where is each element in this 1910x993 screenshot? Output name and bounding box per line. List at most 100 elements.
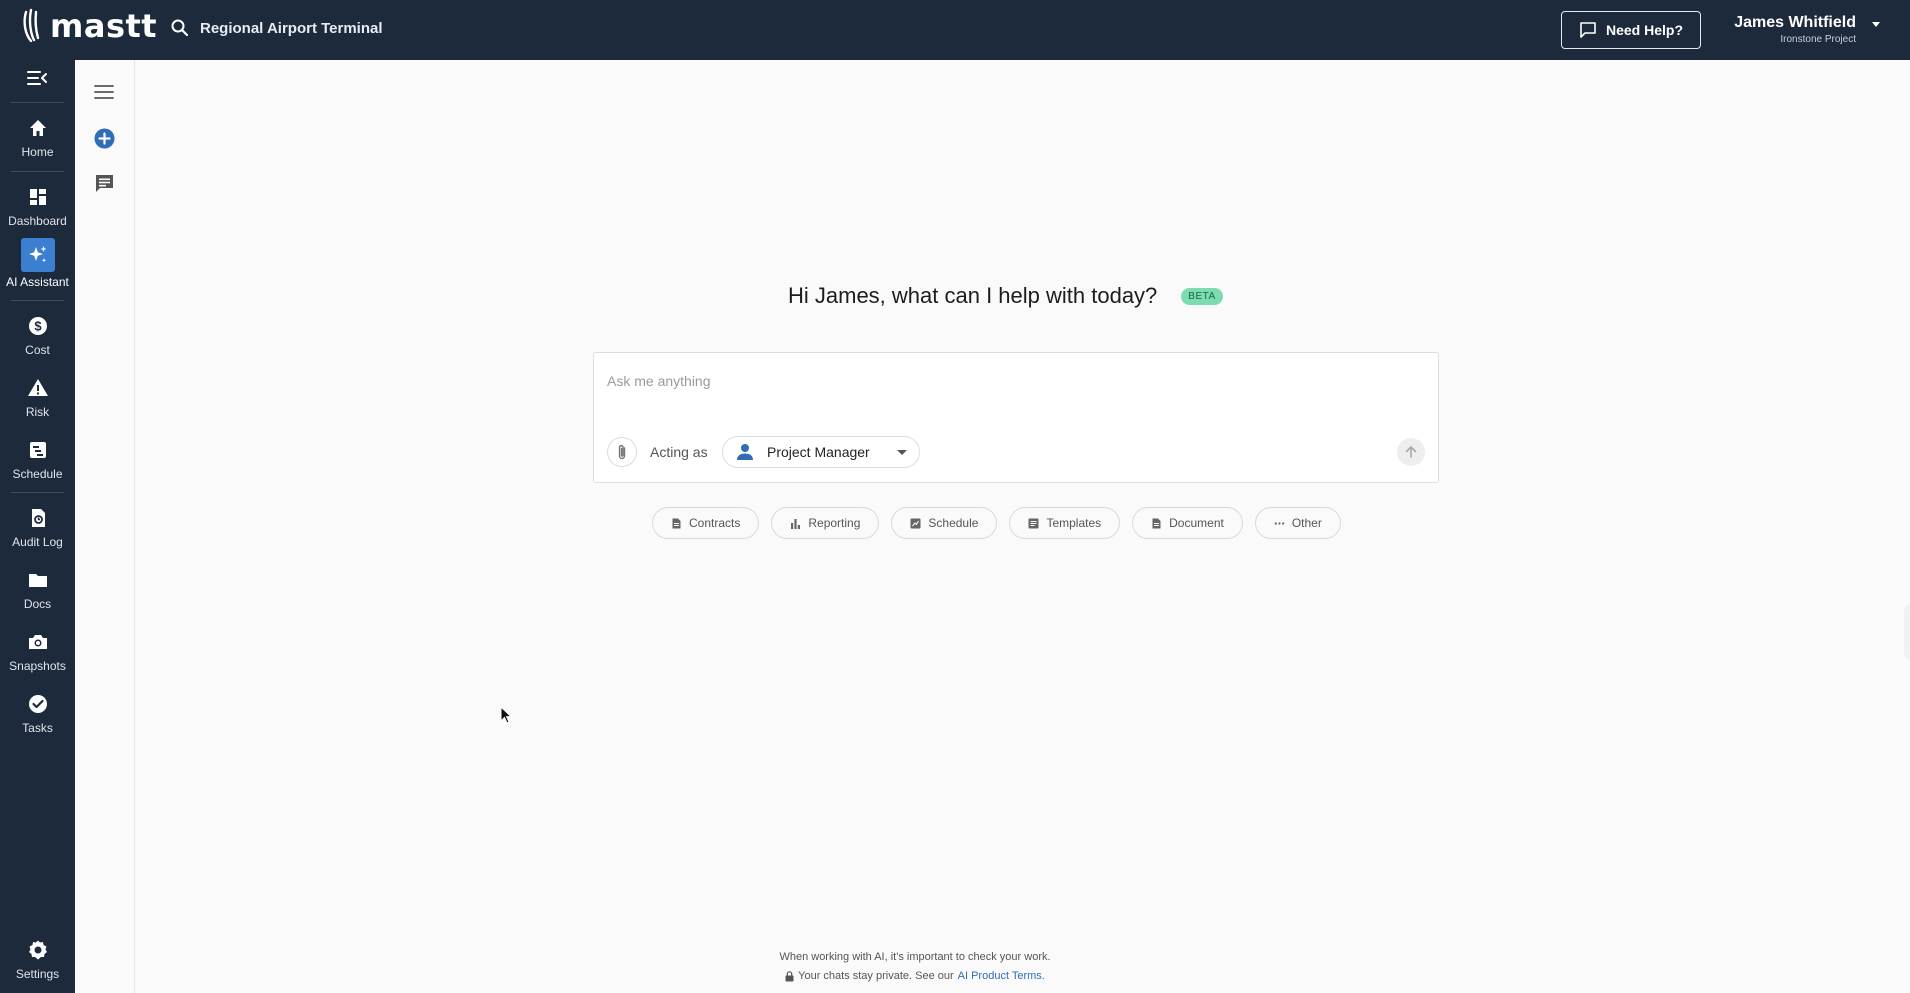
sidebar-item-label: Snapshots bbox=[9, 659, 66, 673]
ai-disclaimer: When working with AI, it's important to … bbox=[136, 948, 1694, 986]
new-chat-button[interactable] bbox=[92, 126, 116, 150]
need-help-button[interactable]: Need Help? bbox=[1561, 11, 1701, 49]
disclaimer-line-1: When working with AI, it's important to … bbox=[779, 951, 1051, 963]
nav-divider bbox=[11, 171, 64, 172]
sidebar-item-risk[interactable]: Risk bbox=[0, 376, 75, 419]
sidebar-item-label: Docs bbox=[23, 597, 52, 611]
chip-label: Contracts bbox=[689, 516, 741, 530]
chip-document[interactable]: Document bbox=[1132, 507, 1243, 539]
toggle-panel-button[interactable] bbox=[92, 80, 116, 104]
prompt-chips: Contracts Reporting Schedule Templates D… bbox=[652, 507, 1341, 539]
chevron-down-icon bbox=[897, 450, 907, 455]
sidebar-item-label: Cost bbox=[25, 343, 50, 357]
ai-product-terms-link[interactable]: AI Product Terms. bbox=[958, 967, 1045, 986]
user-name: James Whitfield bbox=[1734, 14, 1856, 31]
plus-circle-icon bbox=[94, 128, 114, 148]
arrow-up-icon bbox=[1405, 446, 1417, 458]
sidebar-item-audit-log[interactable]: Audit Log bbox=[0, 506, 75, 549]
chat-composer: Acting as Project Manager bbox=[593, 352, 1439, 483]
sidebar-item-ai-assistant[interactable]: AI Assistant bbox=[0, 238, 75, 289]
sidebar-item-home[interactable]: Home bbox=[0, 116, 75, 159]
search-icon bbox=[171, 19, 189, 37]
chat-history-icon bbox=[95, 174, 113, 192]
chip-other[interactable]: Other bbox=[1254, 507, 1341, 539]
chip-contracts[interactable]: Contracts bbox=[652, 507, 760, 539]
need-help-label: Need Help? bbox=[1605, 22, 1683, 38]
sidebar-item-dashboard[interactable]: Dashboard bbox=[0, 185, 75, 228]
dashboard-icon bbox=[26, 185, 50, 209]
mastt-logo[interactable]: mastt bbox=[22, 8, 157, 44]
mouse-cursor-icon bbox=[500, 706, 512, 724]
nav-divider bbox=[11, 102, 64, 103]
chevron-down-icon bbox=[1872, 22, 1880, 27]
project-name: Regional Airport Terminal bbox=[200, 19, 383, 37]
nav-divider bbox=[11, 300, 64, 301]
home-icon bbox=[26, 116, 50, 140]
paperclip-icon bbox=[618, 444, 626, 460]
scroll-handle[interactable] bbox=[1904, 605, 1910, 659]
sidebar-item-label: Dashboard bbox=[8, 214, 67, 228]
contract-icon bbox=[672, 518, 681, 528]
logo-mark-icon bbox=[23, 8, 40, 43]
privacy-text: Your chats stay private. See our bbox=[798, 970, 954, 982]
folder-icon bbox=[26, 568, 50, 592]
chip-templates[interactable]: Templates bbox=[1009, 507, 1121, 539]
camera-icon bbox=[26, 630, 50, 654]
disclaimer-line-2: Your chats stay private. See our AI Prod… bbox=[136, 967, 1694, 986]
audit-icon bbox=[26, 506, 50, 530]
chat-side-panel bbox=[75, 60, 135, 993]
sidebar-item-tasks[interactable]: Tasks bbox=[0, 692, 75, 735]
sidebar-item-label: Risk bbox=[25, 405, 50, 419]
gear-icon bbox=[26, 938, 50, 962]
greeting-row: Hi James, what can I help with today? BE… bbox=[788, 283, 1223, 309]
chip-label: Other bbox=[1291, 516, 1322, 530]
chat-history-button[interactable] bbox=[92, 171, 116, 195]
warning-icon bbox=[26, 376, 50, 400]
sidebar-item-label: Schedule bbox=[12, 467, 63, 481]
svg-text:$: $ bbox=[34, 319, 42, 334]
chat-input[interactable] bbox=[607, 371, 1407, 391]
more-icon bbox=[1274, 521, 1285, 525]
role-select[interactable]: Project Manager bbox=[722, 436, 920, 468]
role-value: Project Manager bbox=[767, 444, 870, 460]
send-button[interactable] bbox=[1397, 438, 1425, 466]
logo-text: mastt bbox=[50, 7, 158, 45]
chip-label: Schedule bbox=[928, 516, 979, 530]
nav-divider bbox=[11, 492, 64, 493]
sidebar-item-docs[interactable]: Docs bbox=[0, 568, 75, 611]
sidebar-item-snapshots[interactable]: Snapshots bbox=[0, 630, 75, 673]
sidebar: Home Dashboard AI Assistant $ Cost Risk … bbox=[0, 60, 75, 993]
bar-chart-icon bbox=[791, 518, 801, 529]
person-icon bbox=[737, 444, 753, 460]
sparkle-icon bbox=[20, 238, 55, 272]
user-project: Ironstone Project bbox=[1780, 34, 1856, 45]
chip-reporting[interactable]: Reporting bbox=[771, 507, 880, 539]
attach-button[interactable] bbox=[607, 437, 637, 467]
sidebar-item-label: Tasks bbox=[22, 721, 53, 735]
top-bar: mastt Regional Airport Terminal Need Hel… bbox=[0, 0, 1910, 60]
lock-icon bbox=[785, 971, 794, 982]
sidebar-item-settings[interactable]: Settings bbox=[0, 938, 75, 981]
acting-as-label: Acting as bbox=[650, 444, 708, 460]
chip-label: Reporting bbox=[808, 516, 861, 530]
project-search[interactable]: Regional Airport Terminal bbox=[170, 18, 383, 38]
chip-label: Templates bbox=[1046, 516, 1102, 530]
sidebar-item-cost[interactable]: $ Cost bbox=[0, 314, 75, 357]
check-circle-icon bbox=[26, 692, 50, 716]
chat-bubble-icon bbox=[1580, 22, 1596, 38]
sidebar-item-label: Home bbox=[21, 145, 54, 159]
chip-schedule[interactable]: Schedule bbox=[891, 507, 998, 539]
sidebar-item-label: Audit Log bbox=[12, 535, 63, 549]
schedule-icon bbox=[26, 438, 50, 462]
schedule-icon bbox=[910, 518, 921, 528]
chip-label: Document bbox=[1169, 516, 1224, 530]
template-icon bbox=[1028, 518, 1039, 528]
collapse-menu-icon[interactable] bbox=[26, 69, 48, 87]
user-menu[interactable]: James Whitfield Ironstone Project bbox=[1720, 14, 1880, 48]
sidebar-item-label: Settings bbox=[15, 967, 60, 981]
greeting-heading: Hi James, what can I help with today? bbox=[788, 283, 1158, 308]
sidebar-item-schedule[interactable]: Schedule bbox=[0, 438, 75, 481]
hamburger-icon bbox=[94, 85, 114, 99]
beta-badge: BETA bbox=[1181, 287, 1223, 305]
main-content: Hi James, what can I help with today? BE… bbox=[136, 60, 1910, 993]
